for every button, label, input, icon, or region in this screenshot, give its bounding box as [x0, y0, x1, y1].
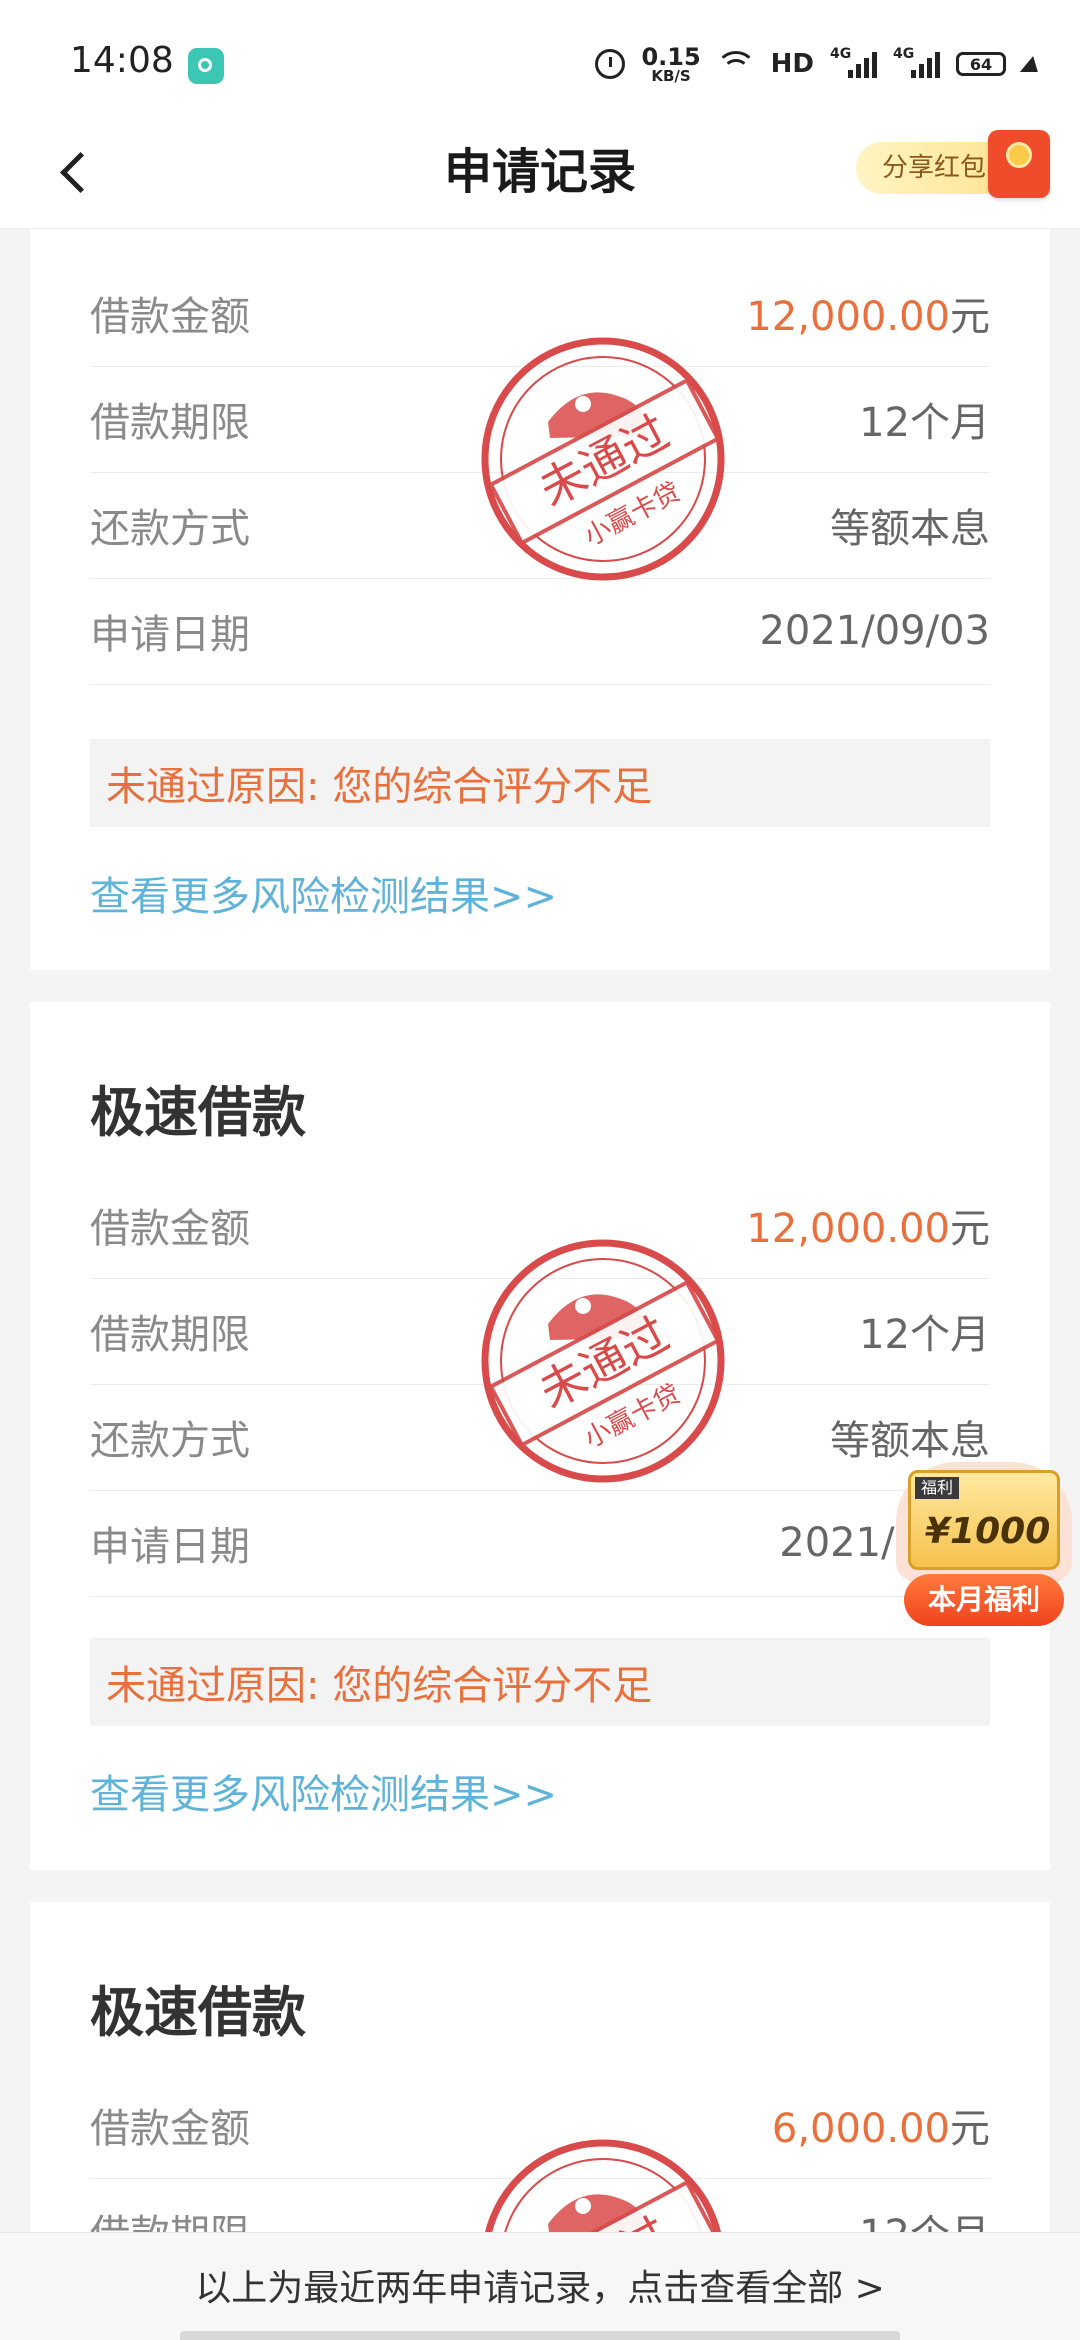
charging-icon	[1019, 56, 1043, 72]
signal-label: 4G	[893, 46, 915, 62]
row-apply-date: 申请日期 2021/0	[90, 1490, 990, 1597]
battery-icon: 64	[956, 52, 1006, 76]
signal-icon: 4G	[893, 46, 940, 78]
reject-reason-box: 未通过原因: 您的综合评分不足	[90, 1638, 990, 1726]
amount-unit: 元	[950, 294, 990, 340]
amount-number: 6,000.00	[771, 2106, 950, 2152]
row-loan-amount: 借款金额 12,000.00元	[90, 260, 990, 367]
app-notification-icon	[188, 48, 224, 84]
home-indicator	[180, 2331, 900, 2340]
share-redpacket-button[interactable]: 分享红包	[855, 130, 1050, 198]
row-label: 还款方式	[90, 1418, 250, 1464]
loan-amount-value: 6,000.00元	[772, 2096, 990, 2154]
row-loan-amount: 借款金额 12,000.00元	[90, 1172, 990, 1279]
signal-icon: 4G	[830, 46, 877, 78]
repayment-method-value: 等额本息	[830, 1418, 990, 1464]
nav-header: 申请记录 分享红包	[0, 120, 1080, 229]
risk-check-link[interactable]: 查看更多风险检测结果>>	[90, 864, 557, 922]
row-label: 借款金额	[90, 294, 250, 340]
welfare-coupon-icon: 福利 ¥1000	[908, 1470, 1060, 1570]
loan-term-value: 12个月	[859, 400, 990, 446]
row-loan-term: 借款期限 12个月	[90, 1278, 990, 1385]
status-indicators: 0.15 KB/S HD 4G 4G 64	[595, 44, 1043, 84]
status-time: 14:08	[70, 40, 174, 81]
row-loan-term: 借款期限 12个月	[90, 366, 990, 473]
red-packet-icon	[988, 130, 1050, 198]
signal-label: 4G	[830, 46, 852, 62]
network-speed-unit: KB/S	[651, 66, 691, 85]
repayment-method-value: 等额本息	[830, 506, 990, 552]
record-title: 极速借款	[90, 1081, 306, 1144]
record-title: 极速借款	[90, 1981, 306, 2044]
amount-unit: 元	[950, 1206, 990, 1252]
amount-unit: 元	[950, 2106, 990, 2152]
amount-number: 12,000.00	[746, 294, 950, 340]
view-all-records-bar[interactable]: 以上为最近两年申请记录，点击查看全部 >	[0, 2232, 1080, 2340]
reject-reason-box: 未通过原因: 您的综合评分不足	[90, 739, 990, 827]
wifi-icon	[715, 51, 756, 77]
welfare-amount: ¥1000	[925, 1511, 1051, 1552]
loan-amount-value: 12,000.00元	[746, 1196, 990, 1254]
row-label: 借款期限	[90, 400, 250, 446]
status-bar: 14:08 0.15 KB/S HD 4G 4G 64	[0, 0, 1080, 130]
screen: 借款金额 12,000.00元 借款期限 12个月 还款方式 等额本息 申请日期…	[0, 0, 1080, 2340]
row-label: 申请日期	[90, 1524, 250, 1570]
row-repayment-method: 还款方式 等额本息	[90, 472, 990, 579]
loan-term-value: 12个月	[859, 1312, 990, 1358]
row-loan-amount: 借款金额 6,000.00元	[90, 2072, 990, 2179]
welfare-tag: 福利	[915, 1477, 960, 1499]
row-label: 申请日期	[90, 612, 250, 658]
welfare-badge: 本月福利	[904, 1574, 1064, 1626]
hd-label: HD	[770, 49, 814, 79]
row-apply-date: 申请日期 2021/09/03	[90, 578, 990, 685]
record-card: 极速借款 借款金额 12,000.00元 借款期限 12个月 还款方式 等额本息…	[30, 1002, 1050, 1870]
row-repayment-method: 还款方式 等额本息	[90, 1384, 990, 1491]
amount-number: 12,000.00	[746, 1206, 950, 1252]
apply-date-value: 2021/09/03	[759, 608, 990, 654]
row-label: 还款方式	[90, 506, 250, 552]
record-card: 借款金额 12,000.00元 借款期限 12个月 还款方式 等额本息 申请日期…	[30, 150, 1050, 970]
reject-reason-text: 未通过原因: 您的综合评分不足	[106, 764, 653, 810]
network-speed-value: 0.15	[641, 42, 701, 71]
monthly-welfare-widget[interactable]: 福利 ¥1000 本月福利	[896, 1462, 1080, 1632]
risk-check-link[interactable]: 查看更多风险检测结果>>	[90, 1762, 557, 1820]
loan-amount-value: 12,000.00元	[746, 284, 990, 342]
records-list[interactable]: 借款金额 12,000.00元 借款期限 12个月 还款方式 等额本息 申请日期…	[0, 0, 1080, 2340]
reject-reason-text: 未通过原因: 您的综合评分不足	[106, 1663, 653, 1709]
row-label: 借款期限	[90, 1312, 250, 1358]
row-label: 借款金额	[90, 1206, 250, 1252]
row-label: 借款金额	[90, 2106, 250, 2152]
network-speed: 0.15 KB/S	[641, 45, 700, 84]
view-all-records-text: 以上为最近两年申请记录，点击查看全部 >	[195, 2268, 885, 2309]
alarm-icon	[595, 49, 626, 79]
